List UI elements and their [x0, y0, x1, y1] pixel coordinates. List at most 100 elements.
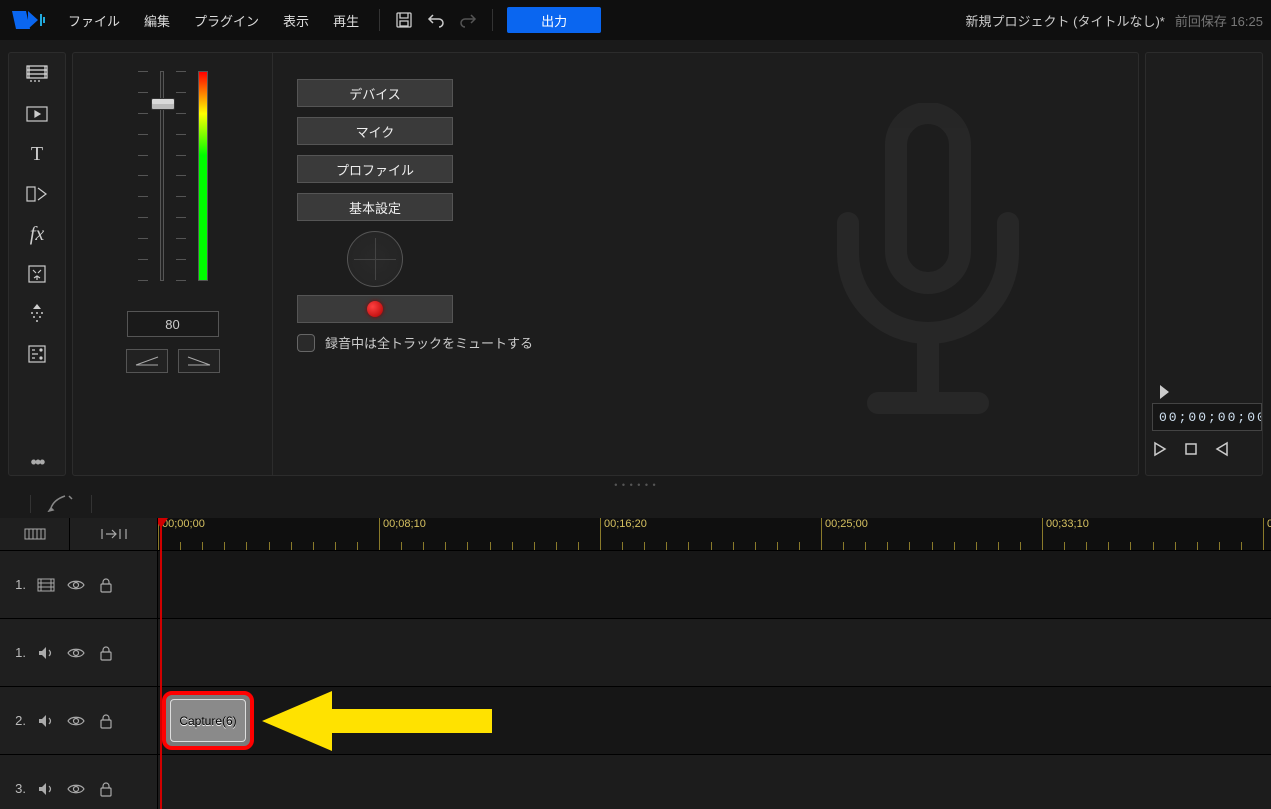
overlay-room-icon[interactable]: [21, 261, 53, 287]
preview-prev-icon[interactable]: [1214, 441, 1230, 457]
track-visibility-icon[interactable]: [66, 575, 86, 595]
track-number: 2.: [10, 713, 26, 728]
transition-room-icon[interactable]: [21, 181, 53, 207]
ruler-label: 00;4: [1267, 518, 1271, 530]
preview-playhead-marker-icon[interactable]: [1160, 385, 1169, 399]
track-lane[interactable]: [158, 755, 1271, 809]
preview-stop-icon[interactable]: [1184, 442, 1198, 456]
export-button[interactable]: 出力: [507, 7, 601, 33]
basic-button[interactable]: 基本設定: [297, 193, 453, 221]
preview-timecode[interactable]: 00;00;00;00: [1152, 403, 1262, 431]
record-button[interactable]: [297, 295, 453, 323]
track-visibility-icon[interactable]: [66, 711, 86, 731]
workspace: T fx ••• 80: [0, 40, 1271, 480]
track-number: 3.: [10, 781, 26, 796]
fader-ticks-right: [176, 71, 186, 281]
ruler-label: 00;33;10: [1046, 518, 1089, 530]
timeline-track: 2. Capture(6): [0, 686, 1271, 754]
track-number: 1.: [10, 645, 26, 660]
audio-room-icon[interactable]: [21, 341, 53, 367]
device-button[interactable]: デバイス: [297, 79, 453, 107]
mic-watermark-icon: [788, 103, 1068, 423]
more-rooms-icon[interactable]: •••: [21, 449, 53, 475]
menu-play[interactable]: 再生: [323, 7, 369, 34]
track-lock-icon[interactable]: [96, 643, 116, 663]
particle-room-icon[interactable]: [21, 301, 53, 327]
track-type-icon: [36, 711, 56, 731]
preview-play-icon[interactable]: [1152, 441, 1168, 457]
fx-room-icon[interactable]: fx: [21, 221, 53, 247]
redo-icon[interactable]: [454, 6, 482, 34]
preview-panel: 00;00;00;00: [1145, 52, 1263, 476]
save-icon[interactable]: [390, 6, 418, 34]
timeline: 00;00;00 00;08;10 00;16;20 00;25;00 00;33;10…: [0, 518, 1271, 809]
panel-resizer[interactable]: • • • • • •: [0, 480, 1271, 490]
ruler-label: 00;00;00: [162, 518, 205, 530]
track-lane[interactable]: [158, 551, 1271, 618]
profile-button[interactable]: プロファイル: [297, 155, 453, 183]
timeline-ruler-row: 00;00;00 00;08;10 00;16;20 00;25;00 00;33;10…: [0, 518, 1271, 550]
mute-checkbox[interactable]: [297, 334, 315, 352]
track-header[interactable]: 3.: [0, 755, 158, 809]
ruler-label: 00;25;00: [825, 518, 868, 530]
separator: [379, 9, 380, 31]
volume-slider[interactable]: [160, 71, 164, 281]
track-lock-icon[interactable]: [96, 575, 116, 595]
track-lock-icon[interactable]: [96, 711, 116, 731]
undo-icon[interactable]: [422, 6, 450, 34]
app-logo[interactable]: [8, 7, 48, 33]
mic-button[interactable]: マイク: [297, 117, 453, 145]
track-type-icon: [36, 779, 56, 799]
volume-value[interactable]: 80: [127, 311, 219, 337]
volume-slider-thumb[interactable]: [151, 98, 175, 110]
track-area: 1. 1. 2. Capture(6) 3.: [0, 550, 1271, 809]
track-type-icon: [36, 575, 56, 595]
pan-knob[interactable]: [347, 231, 403, 287]
timeline-track: 1.: [0, 550, 1271, 618]
timeline-ruler[interactable]: 00;00;00 00;08;10 00;16;20 00;25;00 00;33;10…: [158, 518, 1271, 550]
menu-edit[interactable]: 編集: [134, 7, 180, 34]
track-header-tool-a[interactable]: [0, 518, 70, 550]
fader-panel: 80: [73, 53, 273, 475]
media-room-icon[interactable]: [21, 61, 53, 87]
resizer-dots-icon: • • • • • •: [614, 480, 656, 490]
mute-label: 録音中は全トラックをミュートする: [325, 333, 533, 352]
track-number: 1.: [10, 577, 26, 592]
fader-ticks-left: [138, 71, 148, 281]
level-meter: [198, 71, 208, 281]
track-lock-icon[interactable]: [96, 779, 116, 799]
track-visibility-icon[interactable]: [66, 779, 86, 799]
fade-in-button[interactable]: [126, 349, 168, 373]
track-lane[interactable]: [158, 619, 1271, 686]
separator: [492, 9, 493, 31]
annotation-arrow-icon: [262, 691, 492, 754]
track-header[interactable]: 1.: [0, 619, 158, 686]
track-header[interactable]: 1.: [0, 551, 158, 618]
clip-label: Capture(6): [170, 699, 246, 742]
menu-file[interactable]: ファイル: [58, 7, 130, 34]
track-header-tool-b[interactable]: [70, 518, 158, 550]
timeline-toolrow: [0, 490, 1271, 518]
track-header[interactable]: 2.: [0, 687, 158, 754]
left-tool-rail: T fx •••: [8, 52, 66, 476]
track-lane[interactable]: Capture(6): [158, 687, 1271, 754]
menu-plugin[interactable]: プラグイン: [184, 7, 269, 34]
track-visibility-icon[interactable]: [66, 643, 86, 663]
fade-out-button[interactable]: [178, 349, 220, 373]
record-settings-panel: デバイス マイク プロファイル 基本設定 録音中は全トラックをミュートする: [273, 53, 1138, 475]
ruler-label: 00;16;20: [604, 518, 647, 530]
track-type-icon: [36, 643, 56, 663]
pip-room-icon[interactable]: [21, 101, 53, 127]
timeline-track: 1.: [0, 618, 1271, 686]
title-room-icon[interactable]: T: [21, 141, 53, 167]
center-panel: 80 デバイス マイク プロファイル 基本設定 録音中は全トラックをミュートする: [72, 52, 1139, 476]
menu-view[interactable]: 表示: [273, 7, 319, 34]
ruler-label: 00;08;10: [383, 518, 426, 530]
project-title: 新規プロジェクト (タイトルなし)*: [966, 11, 1165, 30]
timeline-clip[interactable]: Capture(6): [162, 691, 254, 750]
timeline-track: 3.: [0, 754, 1271, 809]
record-dot-icon: [367, 301, 383, 317]
top-menubar: ファイル 編集 プラグイン 表示 再生 出力 新規プロジェクト (タイトルなし)…: [0, 0, 1271, 40]
last-save-time: 前回保存 16:25: [1175, 11, 1263, 30]
brush-tool-icon[interactable]: [47, 494, 75, 515]
